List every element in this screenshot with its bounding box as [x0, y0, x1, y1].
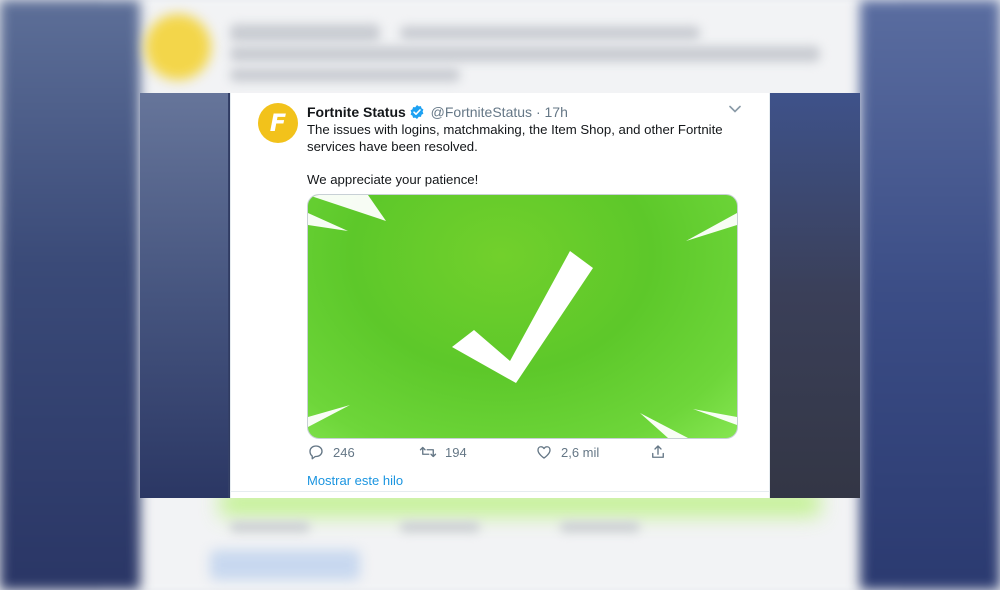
background-text-line [560, 522, 640, 532]
share-icon [652, 445, 664, 458]
background-text-line [230, 46, 820, 62]
retweet-count: 194 [445, 444, 467, 460]
background-chip [210, 550, 360, 580]
tweet-actions: 246 194 2,6 mil [307, 443, 747, 465]
tweet-card[interactable]: F Fortnite Status @FortniteStatus · 17h … [230, 93, 770, 498]
background-text-line [400, 26, 700, 40]
handle[interactable]: @FortniteStatus [431, 104, 532, 120]
background-right [860, 0, 1000, 590]
tweet-text-paragraph: We appreciate your patience! [307, 172, 479, 187]
display-name[interactable]: Fortnite Status [307, 104, 406, 120]
frame-right-edge [768, 93, 860, 498]
share-button[interactable] [649, 443, 667, 461]
background-avatar [145, 14, 211, 80]
timestamp[interactable]: 17h [545, 104, 568, 120]
avatar[interactable]: F [258, 103, 298, 143]
chevron-down-icon[interactable] [729, 101, 741, 116]
tweet-header: Fortnite Status @FortniteStatus · 17h [307, 104, 568, 120]
like-count: 2,6 mil [561, 444, 600, 460]
frame-left-edge [140, 93, 228, 498]
verified-badge-icon [410, 105, 424, 119]
background-text-line [230, 68, 460, 82]
tweet-text: The issues with logins, matchmaking, the… [307, 122, 747, 189]
retweet-button[interactable]: 194 [419, 443, 467, 461]
retweet-icon [419, 446, 437, 458]
divider [231, 491, 769, 492]
separator-dot: · [535, 104, 541, 120]
screenshot-frame: F Fortnite Status @FortniteStatus · 17h … [140, 93, 860, 498]
background-text-line [230, 522, 310, 532]
background-left [0, 0, 140, 590]
reply-count: 246 [333, 444, 355, 460]
avatar-letter: F [269, 109, 287, 137]
heart-icon [537, 446, 551, 459]
reply-button[interactable]: 246 [307, 443, 355, 461]
checkmark-icon [308, 195, 737, 438]
background-text-line [230, 24, 380, 42]
reply-icon [309, 445, 323, 460]
tweet-media-image[interactable] [307, 194, 738, 439]
show-thread-link[interactable]: Mostrar este hilo [307, 473, 403, 488]
tweet-text-paragraph: The issues with logins, matchmaking, the… [307, 122, 723, 154]
background-text-line [400, 522, 480, 532]
like-button[interactable]: 2,6 mil [535, 443, 599, 461]
